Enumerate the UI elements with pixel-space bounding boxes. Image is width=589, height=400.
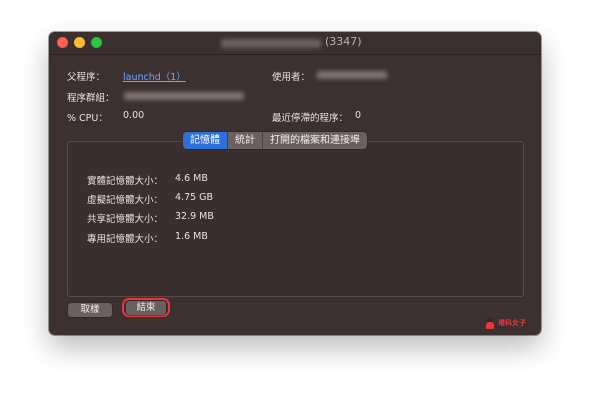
parent-process-link[interactable]: launchd（1） (123, 69, 186, 83)
tab-bar: 記憶體 統計 打開的檔案和連接埠 (183, 132, 367, 149)
close-window-button[interactable] (57, 37, 68, 48)
user-label: 使用者： (272, 72, 311, 83)
memory-row-value: 4.6 MB (175, 173, 208, 184)
sample-button[interactable]: 取樣 (68, 303, 112, 317)
watermark-figure-icon (485, 317, 495, 329)
cpu-value: 0.00 (123, 110, 145, 121)
title-bar[interactable]: (3347) (49, 32, 541, 55)
memory-row-value: 4.75 GB (175, 192, 214, 203)
tab-statistics[interactable]: 統計 (228, 132, 263, 149)
redacted-user (317, 71, 387, 79)
cpu-label: % CPU： (67, 113, 108, 124)
zoom-window-button[interactable] (91, 37, 102, 48)
redacted-process-group (124, 92, 244, 100)
minimize-window-button[interactable] (74, 37, 85, 48)
watermark-text: 塔科女子 (498, 319, 526, 327)
parent-process-label: 父程序： (67, 72, 106, 83)
watermark-logo: 塔科女子 (485, 317, 526, 329)
memory-row-label: 專用記憶體大小： (87, 234, 164, 245)
quit-button[interactable]: 結束 (126, 301, 166, 315)
redacted-process-name (221, 39, 321, 48)
memory-row-label: 實體記憶體大小： (87, 176, 164, 187)
process-group-label: 程序群組： (67, 93, 115, 104)
recent-hangs-label: 最近停滯的程序： (272, 113, 349, 124)
memory-row-value: 1.6 MB (175, 231, 208, 242)
tab-open-files-ports[interactable]: 打開的檔案和連接埠 (263, 132, 367, 149)
tab-memory[interactable]: 記憶體 (183, 132, 228, 149)
recent-hangs-value: 0 (355, 110, 362, 121)
memory-row-label: 虛擬記憶體大小： (87, 195, 164, 206)
memory-row-label: 共享記憶體大小： (87, 214, 164, 225)
window-title-pid: (3347) (325, 35, 362, 48)
memory-row-value: 32.9 MB (175, 211, 214, 222)
process-info-window: (3347) 父程序： launchd（1） 使用者： 程序群組： % CPU：… (49, 32, 541, 335)
